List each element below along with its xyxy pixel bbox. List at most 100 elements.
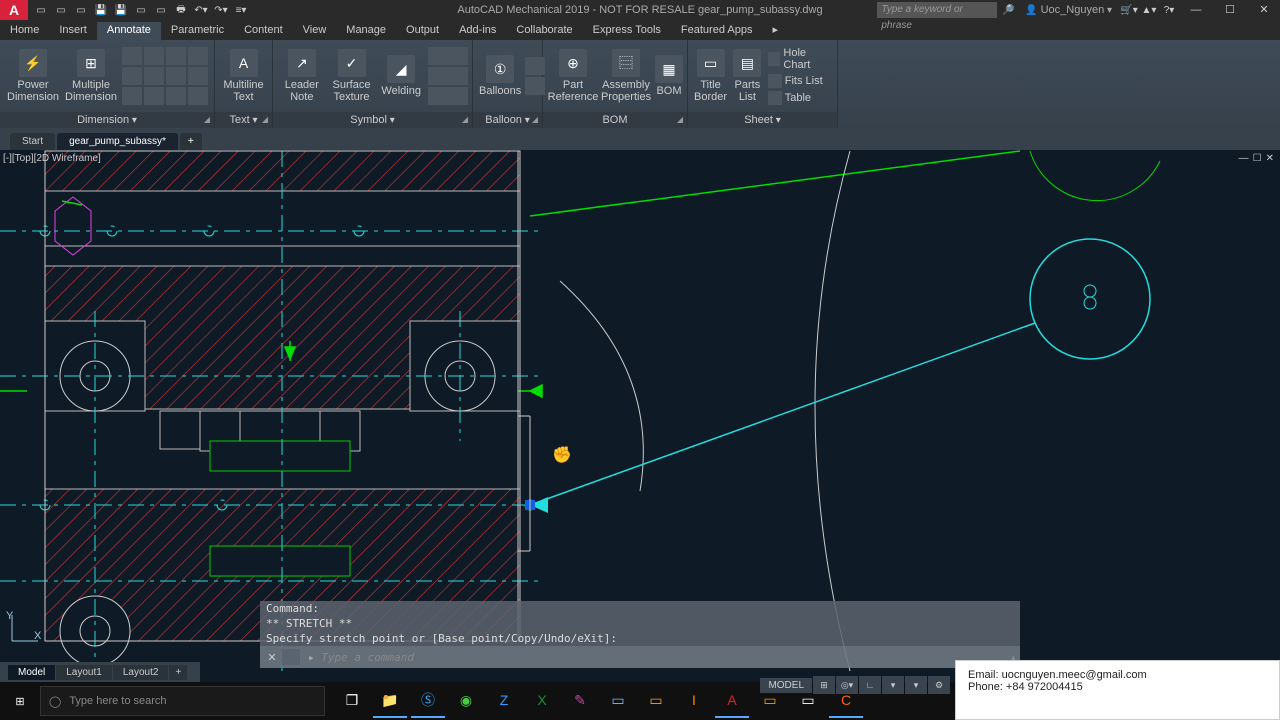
task-explorer-icon[interactable]: 📁 <box>373 684 407 718</box>
task-app-icon[interactable]: ◉ <box>449 684 483 718</box>
parts-list-button[interactable]: ▤Parts List <box>731 45 764 107</box>
part-reference-button[interactable]: ⊕Part Reference <box>549 45 597 107</box>
task-app2-icon[interactable]: ✎ <box>563 684 597 718</box>
qat-redo-icon[interactable]: ↷▾ <box>212 1 230 19</box>
status-model-space[interactable]: MODEL <box>760 678 812 693</box>
keyword-search-input[interactable]: Type a keyword or phrase <box>877 2 997 18</box>
status-more2-icon[interactable]: ▾ <box>905 676 927 694</box>
dim-tool-icon[interactable] <box>166 67 186 85</box>
symbol-tool-icon[interactable] <box>448 67 468 85</box>
surface-texture-button[interactable]: ✓Surface Texture <box>329 45 375 107</box>
dim-tool-icon[interactable] <box>188 67 208 85</box>
fits-list-button[interactable]: Fits List <box>768 73 831 89</box>
maximize-button[interactable]: ☐ <box>1214 0 1246 20</box>
task-skype-icon[interactable]: Ⓢ <box>411 684 445 718</box>
task-view-icon[interactable]: ❐ <box>335 684 369 718</box>
panel-title-dimension[interactable]: Dimension ▾◢ <box>0 112 214 128</box>
qat-saveas-icon[interactable]: 💾 <box>112 1 130 19</box>
search-go-icon[interactable]: 🔎 <box>999 1 1017 19</box>
symbol-tool-icon[interactable] <box>428 87 448 105</box>
doctab-start[interactable]: Start <box>10 133 55 150</box>
layout-2[interactable]: Layout2 <box>113 665 169 680</box>
symbol-tool-icon[interactable] <box>448 87 468 105</box>
dim-tool-icon[interactable] <box>122 67 142 85</box>
tab-parametric[interactable]: Parametric <box>161 22 234 40</box>
qat-plot-icon[interactable]: ▭ <box>152 1 170 19</box>
doctab-file[interactable]: gear_pump_subassy* <box>57 133 178 150</box>
bom-button[interactable]: ▦BOM <box>655 45 683 107</box>
layout-add[interactable]: + <box>169 665 187 680</box>
symbol-tool-icon[interactable] <box>428 47 448 65</box>
tab-addins[interactable]: Add-ins <box>449 22 506 40</box>
symbol-tool-icon[interactable] <box>428 67 448 85</box>
help-icon[interactable]: ?▾ <box>1160 1 1178 19</box>
dim-tool-icon[interactable] <box>122 47 142 65</box>
panel-title-symbol[interactable]: Symbol ▾◢ <box>273 112 472 128</box>
panel-title-bom[interactable]: BOM◢ <box>543 112 687 128</box>
layout-1[interactable]: Layout1 <box>56 665 112 680</box>
leader-note-button[interactable]: ↗Leader Note <box>279 45 325 107</box>
close-button[interactable]: ✕ <box>1248 0 1280 20</box>
vp-max-icon[interactable]: ☐ <box>1253 153 1262 164</box>
qat-more-icon[interactable]: ≡▾ <box>232 1 250 19</box>
tab-annotate[interactable]: Annotate <box>97 22 161 40</box>
status-snap-icon[interactable]: ◎▾ <box>836 676 858 694</box>
dim-tool-icon[interactable] <box>166 47 186 65</box>
command-line[interactable]: ✕ Type a command ▴ <box>260 646 1020 668</box>
tab-insert[interactable]: Insert <box>49 22 97 40</box>
tab-view[interactable]: View <box>293 22 337 40</box>
multiple-dimension-button[interactable]: ⊞Multiple Dimension <box>64 45 118 107</box>
tab-content[interactable]: Content <box>234 22 293 40</box>
panel-title-sheet[interactable]: Sheet ▾ <box>688 112 837 128</box>
dim-tool-icon[interactable] <box>188 47 208 65</box>
command-close-icon[interactable]: ✕ <box>264 651 280 664</box>
task-excel-icon[interactable]: X <box>525 684 559 718</box>
a360-icon[interactable]: ▲▾ <box>1140 1 1158 19</box>
command-customize-icon[interactable] <box>282 649 300 665</box>
status-grid-icon[interactable]: ⊞ <box>813 676 835 694</box>
taskbar-search[interactable]: ◯Type here to search <box>40 686 325 716</box>
table-button[interactable]: Table <box>768 90 831 106</box>
qat-save-icon[interactable]: 💾 <box>92 1 110 19</box>
qat-open-icon[interactable]: ▭ <box>52 1 70 19</box>
qat-open2-icon[interactable]: ▭ <box>72 1 90 19</box>
tab-expresstools[interactable]: Express Tools <box>583 22 671 40</box>
dim-tool-icon[interactable] <box>122 87 142 105</box>
status-anno-icon[interactable]: ⚙ <box>928 676 950 694</box>
tab-extra-icon[interactable]: ▸ <box>762 21 788 40</box>
viewport-label[interactable]: [-][Top][2D Wireframe] <box>3 153 101 164</box>
dim-tool-icon[interactable] <box>166 87 186 105</box>
task-app3-icon[interactable]: ▭ <box>601 684 635 718</box>
doctab-new[interactable]: + <box>180 133 202 150</box>
tab-home[interactable]: Home <box>0 22 49 40</box>
status-ortho-icon[interactable]: ∟ <box>859 676 881 694</box>
dim-tool-icon[interactable] <box>144 67 164 85</box>
start-button[interactable]: ⊞ <box>0 682 40 720</box>
vp-close-icon[interactable]: ✕ <box>1266 153 1274 164</box>
qat-cloud-icon[interactable]: ▭ <box>132 1 150 19</box>
tab-output[interactable]: Output <box>396 22 449 40</box>
balloons-button[interactable]: ①Balloons <box>479 45 521 107</box>
panel-title-balloon[interactable]: Balloon ▾◢ <box>473 112 542 128</box>
signin-user[interactable]: 👤 Uoc_Nguyen ▾ <box>1019 4 1118 16</box>
tab-featuredapps[interactable]: Featured Apps <box>671 22 763 40</box>
minimize-button[interactable]: — <box>1180 0 1212 20</box>
layout-model[interactable]: Model <box>8 665 55 680</box>
assembly-properties-button[interactable]: ⿳Assembly Properties <box>601 45 651 107</box>
vp-min-icon[interactable]: — <box>1239 153 1249 164</box>
symbol-tool-icon[interactable] <box>448 47 468 65</box>
command-input[interactable]: Type a command <box>302 651 1010 664</box>
tab-manage[interactable]: Manage <box>336 22 396 40</box>
power-dimension-button[interactable]: ⚡Power Dimension <box>6 45 60 107</box>
task-app4-icon[interactable]: ▭ <box>639 684 673 718</box>
cart-icon[interactable]: 🛒▾ <box>1120 1 1138 19</box>
qat-undo-icon[interactable]: ↶▾ <box>192 1 210 19</box>
dim-tool-icon[interactable] <box>144 47 164 65</box>
task-autocad-icon[interactable]: A <box>715 684 749 718</box>
multiline-text-button[interactable]: AMultiline Text <box>221 45 266 107</box>
tab-collaborate[interactable]: Collaborate <box>506 22 582 40</box>
welding-button[interactable]: ◢Welding <box>378 45 424 107</box>
panel-title-text[interactable]: Text ▾◢ <box>215 112 272 128</box>
dim-tool-icon[interactable] <box>188 87 208 105</box>
qat-print-icon[interactable]: 🖶 <box>172 1 190 19</box>
